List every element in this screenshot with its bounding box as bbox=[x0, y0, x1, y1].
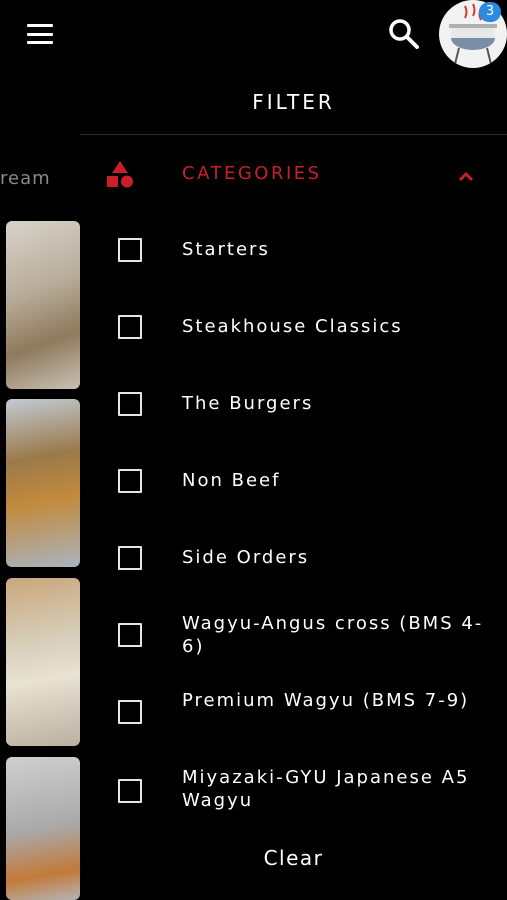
category-option-premium-wagyu[interactable]: Premium Wagyu (BMS 7-9) bbox=[80, 675, 507, 747]
background-product-image bbox=[6, 221, 80, 389]
category-option-the-burgers[interactable]: The Burgers bbox=[80, 367, 507, 439]
option-label: The Burgers bbox=[182, 393, 314, 414]
chevron-up-icon[interactable] bbox=[457, 167, 475, 186]
hamburger-menu-icon[interactable] bbox=[24, 22, 56, 46]
option-label: Wagyu-Angus cross (BMS 4-6) bbox=[182, 613, 484, 657]
checkbox[interactable] bbox=[118, 238, 142, 262]
divider bbox=[80, 134, 507, 135]
option-label: Side Orders bbox=[182, 547, 310, 568]
checkbox[interactable] bbox=[118, 546, 142, 570]
background-product-image bbox=[6, 757, 80, 900]
filter-drawer: FILTER CATEGORIES Starters Steakhouse Cl… bbox=[80, 68, 507, 900]
option-label: Starters bbox=[182, 239, 270, 260]
categories-section-header[interactable]: CATEGORIES bbox=[80, 150, 507, 200]
category-option-starters[interactable]: Starters bbox=[80, 213, 507, 285]
checkbox[interactable] bbox=[118, 623, 142, 647]
category-option-side-orders[interactable]: Side Orders bbox=[80, 521, 507, 593]
filter-title: FILTER bbox=[252, 90, 335, 114]
shapes-icon bbox=[105, 160, 135, 194]
option-label: Non Beef bbox=[182, 470, 281, 491]
category-option-steakhouse-classics[interactable]: Steakhouse Classics bbox=[80, 290, 507, 362]
checkbox[interactable] bbox=[118, 779, 142, 803]
menu-bar bbox=[27, 41, 53, 44]
option-label: Miyazaki-GYU Japanese A5 Wagyu bbox=[182, 767, 470, 811]
search-icon[interactable] bbox=[386, 16, 422, 52]
checkbox[interactable] bbox=[118, 469, 142, 493]
background-category-tab: ream bbox=[0, 168, 51, 189]
option-label: Premium Wagyu (BMS 7-9) bbox=[182, 690, 470, 711]
checkbox[interactable] bbox=[118, 392, 142, 416]
category-option-miyazaki-gyu[interactable]: Miyazaki-GYU Japanese A5 Wagyu bbox=[80, 752, 507, 824]
category-option-wagyu-angus-cross[interactable]: Wagyu-Angus cross (BMS 4-6) bbox=[80, 598, 507, 670]
clear-button[interactable]: Clear bbox=[80, 846, 507, 870]
checkbox[interactable] bbox=[118, 700, 142, 724]
category-option-non-beef[interactable]: Non Beef bbox=[80, 444, 507, 516]
background-product-image bbox=[6, 399, 80, 567]
background-product-image bbox=[6, 578, 80, 746]
checkbox[interactable] bbox=[118, 315, 142, 339]
menu-bar bbox=[27, 24, 53, 27]
menu-bar bbox=[27, 32, 53, 36]
categories-label: CATEGORIES bbox=[182, 163, 322, 184]
cart-count-badge: 3 bbox=[479, 2, 501, 22]
option-label: Steakhouse Classics bbox=[182, 316, 403, 337]
